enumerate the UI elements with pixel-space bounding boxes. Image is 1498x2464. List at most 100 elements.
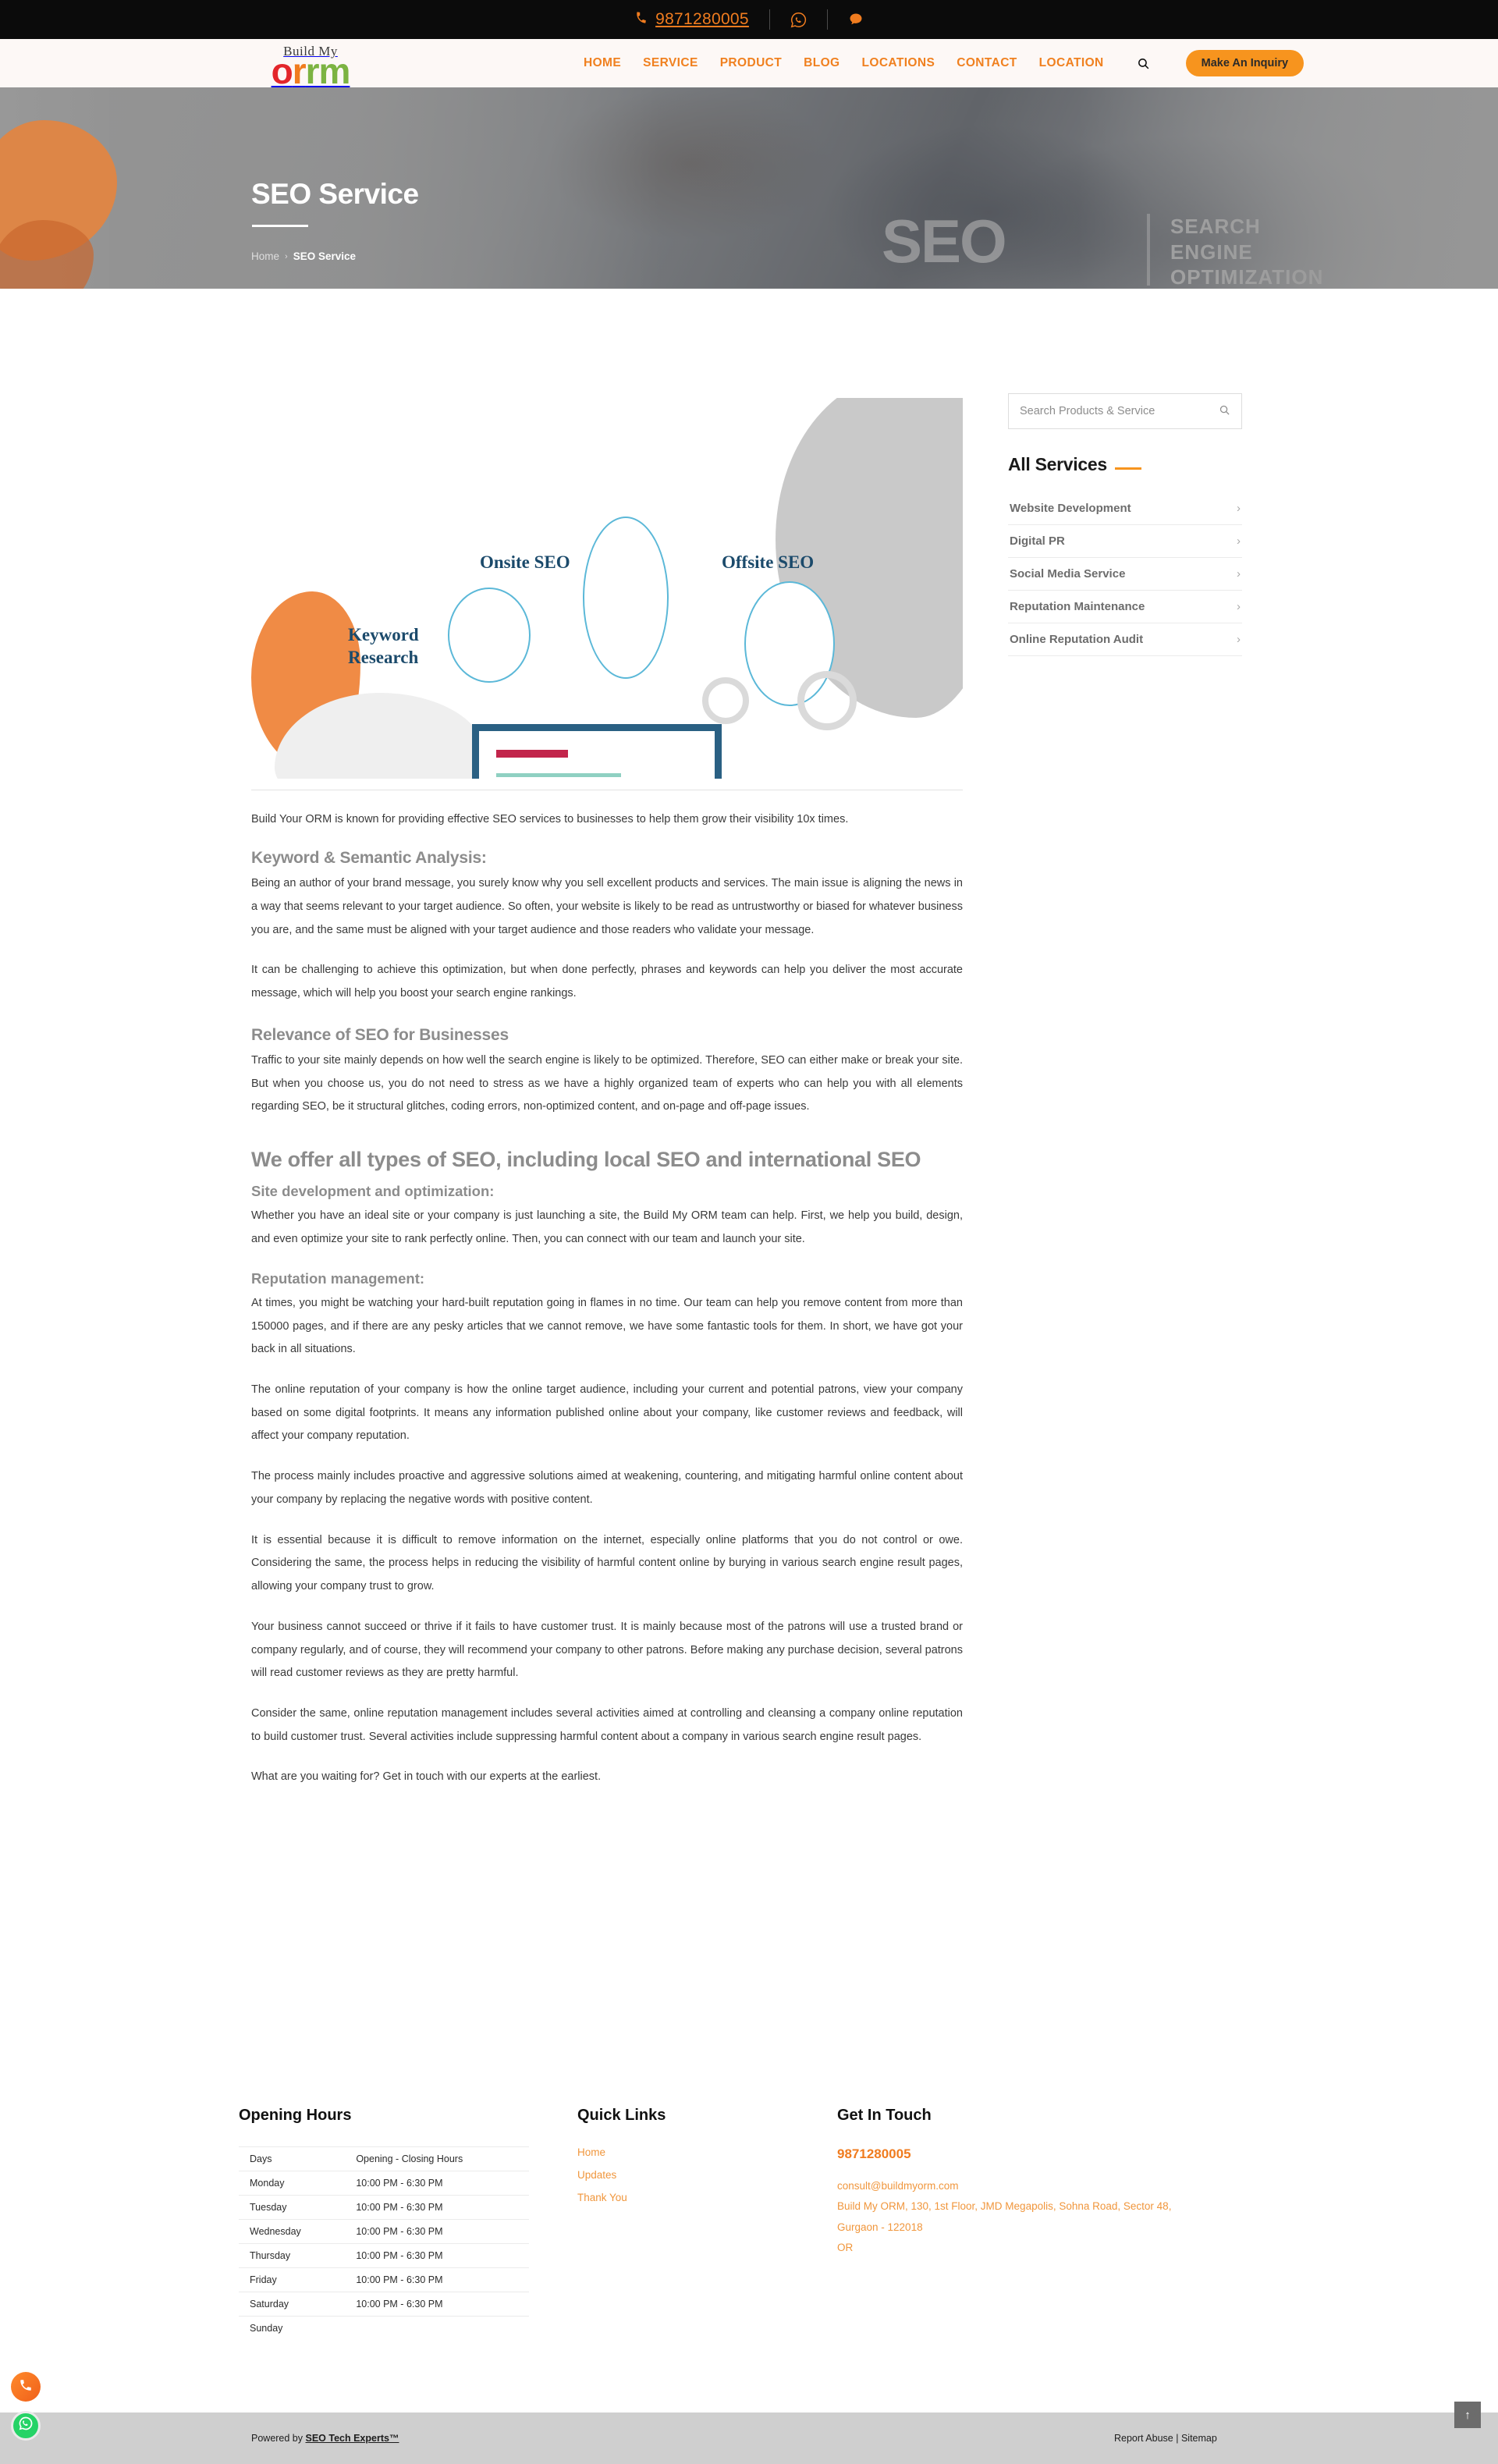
chat-bubble-icon[interactable]	[848, 12, 864, 27]
col-header-hours: Opening - Closing Hours	[332, 2146, 529, 2171]
paragraph-keyword-1: Being an author of your brand message, y…	[251, 877, 963, 936]
table-row: Tuesday 10:00 PM - 6:30 PM	[239, 2195, 529, 2220]
row-hours: 10:00 PM - 6:30 PM	[332, 2171, 529, 2196]
row-day: Thursday	[239, 2243, 333, 2268]
quick-link-updates[interactable]: Updates	[577, 2169, 666, 2181]
nav-item-location[interactable]: LOCATION	[1039, 56, 1104, 70]
footer-quick-links: Quick Links Home Updates Thank You	[577, 2107, 666, 2214]
quick-link-home[interactable]: Home	[577, 2146, 666, 2158]
footer-quick-links-title: Quick Links	[577, 2107, 666, 2124]
powered-by-prefix: Powered by	[251, 2433, 306, 2444]
sitemap-link[interactable]: Sitemap	[1181, 2433, 1217, 2444]
logo-letter-m: rm	[305, 51, 351, 91]
nav-item-locations[interactable]: LOCATIONS	[862, 56, 935, 70]
whatsapp-icon	[18, 2416, 34, 2436]
search-icon[interactable]	[1219, 404, 1230, 419]
topbar-divider-1	[769, 9, 770, 30]
row-hours: 10:00 PM - 6:30 PM	[332, 2195, 529, 2220]
google-letter-e: e	[483, 772, 511, 779]
breadcrumb-separator-icon: ›	[285, 251, 288, 261]
heading-all-types-of-seo: We offer all types of SEO, including loc…	[251, 1147, 921, 1171]
row-hours: 10:00 PM - 6:30 PM	[332, 2219, 529, 2244]
google-letter-g2: g	[442, 772, 472, 779]
nav-item-blog[interactable]: BLOG	[804, 56, 840, 70]
footer-opening-hours: Opening Hours Days Opening - Closing Hou…	[239, 2107, 529, 2340]
page-hero-banner: SEO SEARCH ENGINE OPTIMIZATION ANALYSIS …	[0, 87, 1498, 289]
paragraph-reputation-6: Consider the same, online reputation man…	[251, 1706, 963, 1743]
sidebar-all-services-header: All Services	[1008, 454, 1242, 475]
chevron-right-icon: ›	[1237, 567, 1241, 580]
google-letter-g1: G	[346, 772, 385, 779]
footer-get-in-touch: Get In Touch 9871280005 consult@buildmyo…	[837, 2107, 1243, 2258]
sidebar-title-underline	[1114, 467, 1141, 470]
seo-illustration-image: Keyword Research Onsite SEO Offsite SEO …	[251, 398, 963, 779]
quick-link-thank-you[interactable]: Thank You	[577, 2192, 666, 2203]
nav-item-contact[interactable]: CONTACT	[957, 56, 1017, 70]
search-input[interactable]	[1020, 405, 1219, 417]
nav-item-home[interactable]: HOME	[584, 56, 621, 70]
make-an-inquiry-button[interactable]: Make An Inquiry	[1185, 50, 1305, 76]
illustration-bubble-keyword	[448, 588, 531, 683]
sidebar-item-website-development[interactable]: Website Development ›	[1008, 492, 1242, 525]
sidebar-item-label: Online Reputation Audit	[1010, 633, 1144, 646]
paragraph-reputation-2: The online reputation of your company is…	[251, 1383, 963, 1443]
google-letter-l: l	[470, 772, 485, 779]
row-day: Wednesday	[239, 2219, 333, 2244]
nav-item-product[interactable]: PRODUCT	[720, 56, 782, 70]
footer-phone-link[interactable]: 9871280005	[837, 2146, 1243, 2162]
breadcrumb: Home › SEO Service	[251, 250, 356, 262]
search-icon[interactable]	[1137, 57, 1150, 70]
topbar-phone-link[interactable]: 9871280005	[634, 10, 749, 29]
floating-call-button[interactable]	[11, 2372, 41, 2402]
illustration-monitor-line-1	[496, 773, 621, 777]
col-header-days: Days	[239, 2146, 333, 2171]
topbar-phone-number: 9871280005	[655, 10, 749, 28]
illustration-bubble-onsite	[583, 517, 669, 679]
floating-whatsapp-button[interactable]	[11, 2411, 41, 2441]
row-day: Tuesday	[239, 2195, 333, 2220]
illustration-monitor	[472, 724, 722, 779]
paragraph-reputation-1: At times, you might be watching your har…	[251, 1296, 963, 1356]
sidebar-item-reputation-maintenance[interactable]: Reputation Maintenance ›	[1008, 591, 1242, 623]
heading-reputation-management: Reputation management:	[251, 1269, 425, 1287]
table-row: Thursday 10:00 PM - 6:30 PM	[239, 2243, 529, 2268]
paragraph-reputation-5: Your business cannot succeed or thrive i…	[251, 1620, 963, 1680]
paragraph-reputation-4: It is essential because it is difficult …	[251, 1533, 963, 1593]
sidebar-all-services-title: All Services	[1008, 454, 1107, 474]
heading-relevance-of-seo: Relevance of SEO for Businesses	[251, 1025, 509, 1044]
google-letter-o1: o	[384, 772, 414, 779]
powered-by-text: Powered by SEO Tech Experts™	[251, 2433, 399, 2444]
page-root: 9871280005 HOME SERVICE PRODUCT BLOG LOC…	[0, 0, 1498, 2464]
illustration-gear-small-icon	[702, 677, 749, 724]
row-day: Monday	[239, 2171, 333, 2196]
chevron-right-icon: ›	[1237, 633, 1241, 646]
row-hours: 10:00 PM - 6:30 PM	[332, 2267, 529, 2292]
sidebar-item-social-media-service[interactable]: Social Media Service ›	[1008, 558, 1242, 591]
phone-icon	[634, 9, 649, 29]
paragraph-reputation-3: The process mainly includes proactive an…	[251, 1470, 963, 1506]
paragraph-site-development: Whether you have an ideal site or your c…	[251, 1209, 963, 1246]
sidebar-item-digital-pr[interactable]: Digital PR ›	[1008, 525, 1242, 558]
footer-email-link[interactable]: consult@buildmyorm.com	[837, 2176, 1243, 2196]
breadcrumb-home[interactable]: Home	[251, 250, 279, 262]
row-hours: 10:00 PM - 6:30 PM	[332, 2292, 529, 2317]
sidebar: All Services Website Development › Digit…	[1008, 393, 1242, 656]
sidebar-search-box[interactable]	[1008, 393, 1242, 429]
illustration-label-offsite-seo: Offsite SEO	[722, 552, 815, 572]
arrow-up-icon: ↑	[1464, 2408, 1471, 2422]
paragraph-cta: What are you waiting for? Get in touch w…	[251, 1770, 602, 1784]
top-contact-bar-inner: 9871280005	[634, 9, 864, 30]
whatsapp-icon[interactable]	[790, 12, 807, 28]
report-abuse-link[interactable]: Report Abuse	[1114, 2433, 1173, 2444]
back-to-top-button[interactable]: ↑	[1454, 2402, 1481, 2428]
sidebar-item-online-reputation-audit[interactable]: Online Reputation Audit ›	[1008, 623, 1242, 656]
phone-icon	[19, 2378, 33, 2396]
topbar-divider-2	[826, 9, 828, 30]
powered-by-link[interactable]: SEO Tech Experts™	[305, 2433, 399, 2444]
logo-wordmark: orrm	[251, 53, 370, 89]
opening-hours-table: Days Opening - Closing Hours Monday 10:00…	[239, 2146, 529, 2340]
footer-opening-hours-title: Opening Hours	[239, 2107, 352, 2124]
nav-item-service[interactable]: SERVICE	[643, 56, 698, 70]
main-navigation: HOME SERVICE PRODUCT BLOG LOCATIONS CONT…	[584, 39, 1305, 87]
page-title: SEO Service	[251, 178, 419, 210]
